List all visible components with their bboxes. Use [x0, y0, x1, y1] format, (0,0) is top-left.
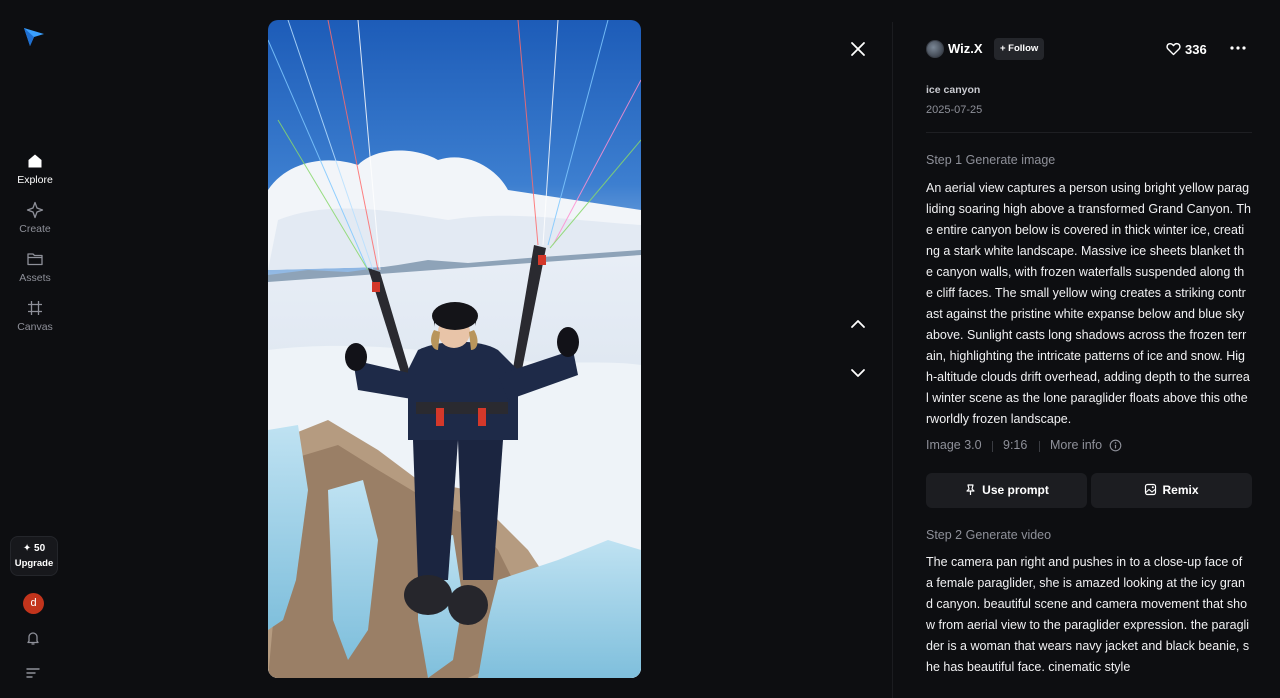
home-icon: [28, 154, 42, 168]
step1-label: Step 1 Generate image: [926, 153, 1056, 167]
author-row: Wiz.X + Follow 336: [926, 38, 1256, 60]
author-name[interactable]: Wiz.X: [948, 41, 983, 56]
step2-label: Step 2 Generate video: [926, 528, 1052, 542]
sidebar-item-canvas[interactable]: Canvas: [0, 299, 70, 333]
more-info-link[interactable]: More info: [1050, 438, 1102, 452]
sidebar-item-explore[interactable]: Explore: [0, 152, 70, 186]
upgrade-button[interactable]: ✦ 50 Upgrade: [10, 536, 58, 576]
meta-separator: [1039, 441, 1040, 452]
sidebar-item-label: Assets: [19, 272, 51, 284]
sidebar-item-create[interactable]: Create: [0, 201, 70, 235]
bell-icon[interactable]: [25, 630, 41, 646]
user-avatar[interactable]: d: [23, 593, 44, 614]
follow-button[interactable]: + Follow: [994, 38, 1045, 60]
close-icon[interactable]: [848, 39, 868, 59]
left-sidebar: Explore Create Assets Canvas ✦ 50 Upgrad…: [0, 0, 70, 698]
folder-icon: [27, 253, 43, 266]
app-logo-icon[interactable]: [22, 24, 46, 48]
upgrade-label: Upgrade: [14, 558, 54, 569]
meta-separator: [992, 441, 993, 452]
image-icon: [1145, 484, 1157, 496]
pin-icon: [966, 484, 975, 496]
chevron-down-icon[interactable]: [848, 364, 868, 382]
post-title: ice canyon: [926, 84, 981, 96]
heart-icon: [1166, 42, 1181, 56]
sparkle-icon: [26, 201, 44, 219]
post-date: 2025-07-25: [926, 104, 983, 116]
sidebar-item-label: Create: [19, 223, 51, 235]
sidebar-item-label: Explore: [17, 174, 53, 186]
info-icon[interactable]: [1109, 439, 1122, 452]
step1-prompt: An aerial view captures a person using b…: [926, 181, 1251, 426]
sidebar-item-assets[interactable]: Assets: [0, 250, 70, 284]
credits-count: ✦ 50: [22, 543, 46, 554]
use-prompt-button[interactable]: Use prompt: [926, 473, 1087, 508]
divider: [926, 132, 1252, 133]
generated-image: [268, 20, 641, 678]
detail-panel: Wiz.X + Follow 336 ice canyon 2025-07-25…: [893, 0, 1280, 698]
use-prompt-label: Use prompt: [982, 483, 1049, 497]
step2-prompt: The camera pan right and pushes in to a …: [926, 555, 1250, 674]
canvas-icon: [28, 301, 42, 315]
like-count: 336: [1185, 42, 1207, 57]
aspect-ratio: 9:16: [1003, 438, 1028, 452]
sidebar-item-label: Canvas: [17, 321, 53, 333]
model-name: Image 3.0: [926, 438, 982, 452]
remix-label: Remix: [1162, 483, 1199, 497]
chevron-up-icon[interactable]: [848, 315, 868, 333]
author-avatar[interactable]: [926, 40, 944, 58]
menu-icon[interactable]: [25, 666, 41, 680]
more-options-icon[interactable]: [1229, 41, 1247, 55]
remix-button[interactable]: Remix: [1091, 473, 1252, 508]
